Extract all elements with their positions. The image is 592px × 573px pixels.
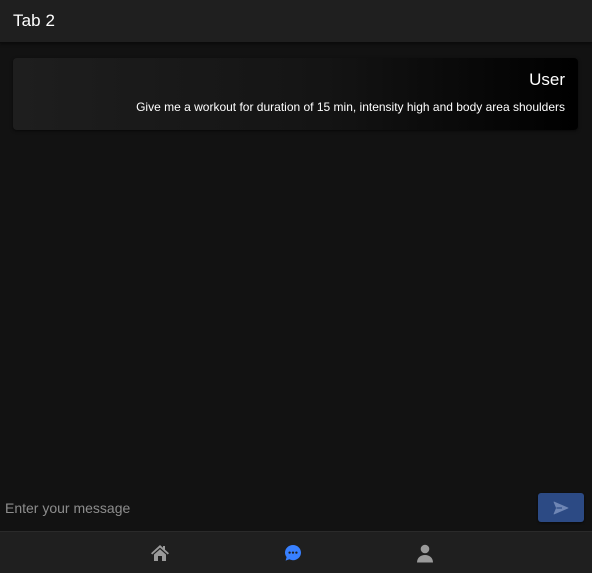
- page-title: Tab 2: [13, 11, 56, 30]
- bottom-tab-bar: [0, 531, 592, 573]
- send-button[interactable]: [538, 493, 584, 522]
- tab-profile[interactable]: [395, 532, 455, 573]
- send-icon: [553, 501, 569, 514]
- home-icon: [151, 545, 169, 561]
- message-composer: [0, 484, 592, 531]
- message-author: User: [529, 70, 565, 89]
- app-root: Tab 2 User Give me a workout for duratio…: [0, 0, 592, 573]
- chatbubbles-icon: [285, 545, 301, 561]
- person-icon: [417, 544, 433, 562]
- chat-content[interactable]: User Give me a workout for duration of 1…: [0, 44, 592, 484]
- header-toolbar: Tab 2: [0, 0, 592, 43]
- tab-chat[interactable]: [263, 532, 323, 573]
- message-text: Give me a workout for duration of 15 min…: [136, 100, 565, 114]
- message-input[interactable]: [5, 492, 538, 523]
- tab-home[interactable]: [130, 532, 190, 573]
- message-card: User Give me a workout for duration of 1…: [13, 58, 578, 130]
